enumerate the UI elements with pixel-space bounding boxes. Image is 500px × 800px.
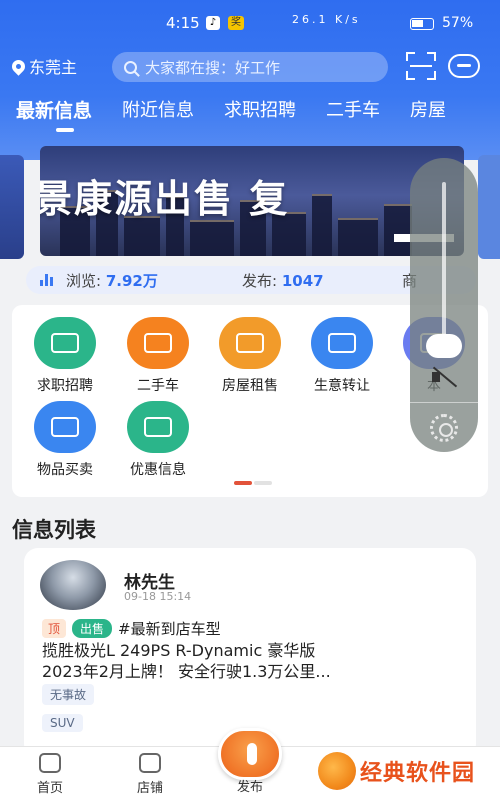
top-badge: 顶 [42,619,67,638]
volume-panel [410,158,478,452]
search-input[interactable]: 大家都在搜：好工作 [112,52,388,82]
mute-icon[interactable] [430,366,458,388]
tab-used-cars[interactable]: 二手车 [326,96,380,136]
tab-latest[interactable]: 最新信息 [16,96,92,136]
views-value: 7.92万 [105,271,158,290]
nav-shop-label: 店铺 [136,781,163,796]
category-label: 求职招聘 [37,378,93,394]
shop-icon [311,317,373,369]
nav-home-label: 首页 [36,781,63,796]
location-label: 东莞主 [29,58,78,77]
posts-label: 发布: [242,271,278,290]
category-label: 物品买卖 [37,462,93,478]
reward-badge: 奖 [228,16,244,30]
banner-carousel[interactable]: 景康源出售 复 [40,146,464,256]
bar-chart-icon [40,274,56,286]
watermark-logo-icon [318,752,356,790]
carousel-indicator [234,481,272,485]
category-label: 生意转让 [314,378,370,394]
publish-label: 发布 [236,780,263,795]
category-tabs: 最新信息 附近信息 求职招聘 二手车 房屋 [0,96,500,136]
volume-slider-track[interactable] [442,182,446,346]
id-card-icon [34,317,96,369]
status-time: 4:15 [166,14,200,32]
views-label: 浏览: [66,271,102,290]
category-label: 房屋租售 [222,378,278,394]
category-housing[interactable]: 房屋租售 [204,317,296,395]
stats-bar: 浏览: 7.92万 发布: 1047 商 [26,266,476,294]
post-line-2: 2023年2月上牌！ 安全行驶1.3万公里... [42,662,331,681]
message-icon[interactable] [448,54,480,78]
hashtag[interactable]: #最新到店车型 [118,618,221,639]
tag-chip: SUV [42,714,83,732]
search-placeholder: 大家都在搜：好工作 [145,58,281,77]
watermark-text: 经典软件园 [360,761,476,786]
battery-icon [410,18,434,30]
watermark: 经典软件园 [318,752,475,790]
posts-value: 1047 [281,271,324,290]
coupon-icon [127,401,189,453]
post-time: 09-18 15:14 [124,590,192,603]
category-coupons[interactable]: 优惠信息 [112,401,204,479]
network-speed: 26.1 K/s [292,13,361,26]
list-title: 信息列表 [12,518,96,542]
category-goods[interactable]: 物品买卖 [19,401,111,479]
indicator-dot [254,481,272,485]
tag-chip: 无事故 [42,684,95,705]
category-business-transfer[interactable]: 生意转让 [296,317,388,395]
list-item[interactable]: 林先生 09-18 15:14 顶 出售 #最新到店车型 揽胜极光L 249PS… [24,548,476,758]
tiktok-icon: ♪ [206,16,220,30]
price-tag-icon [34,401,96,453]
battery-percent: 57% [442,15,474,31]
post-line-1: 揽胜极光L 249PS R-Dynamic 豪华版 [42,641,316,660]
nav-shop[interactable]: 店铺 [120,753,180,796]
post-body: 揽胜极光L 249PS R-Dynamic 豪华版 2023年2月上牌！ 安全行… [42,640,462,682]
shop-icon [139,753,161,773]
car-icon [127,317,189,369]
status-bar: 4:15 ♪ 奖 26.1 K/s 57% [0,0,500,44]
gear-icon[interactable] [430,414,458,442]
category-used-cars[interactable]: 二手车 [112,317,204,395]
sell-badge: 出售 [72,619,113,638]
banner-prev-peek [0,155,24,259]
category-jobs[interactable]: 求职招聘 [19,317,111,395]
location-pin-icon [9,56,28,76]
tap-hand-icon [247,743,257,765]
tab-nearby[interactable]: 附近信息 [122,96,194,136]
tab-housing[interactable]: 房屋 [410,96,446,136]
banner-next-peek [478,155,500,259]
avatar[interactable] [40,560,106,610]
search-icon [124,60,137,74]
category-label: 二手车 [137,378,179,394]
home-icon [39,753,61,773]
banner-headline: 景康源出售 复 [40,177,290,221]
category-label: 优惠信息 [130,462,186,478]
volume-slider-handle[interactable] [426,334,462,358]
location-selector[interactable]: 东莞主 [9,55,78,77]
house-icon [219,317,281,369]
indicator-dot [234,481,252,485]
nav-home[interactable]: 首页 [20,753,80,796]
scan-icon[interactable] [406,52,436,80]
publish-button[interactable] [218,728,282,780]
tab-jobs[interactable]: 求职招聘 [224,96,296,136]
